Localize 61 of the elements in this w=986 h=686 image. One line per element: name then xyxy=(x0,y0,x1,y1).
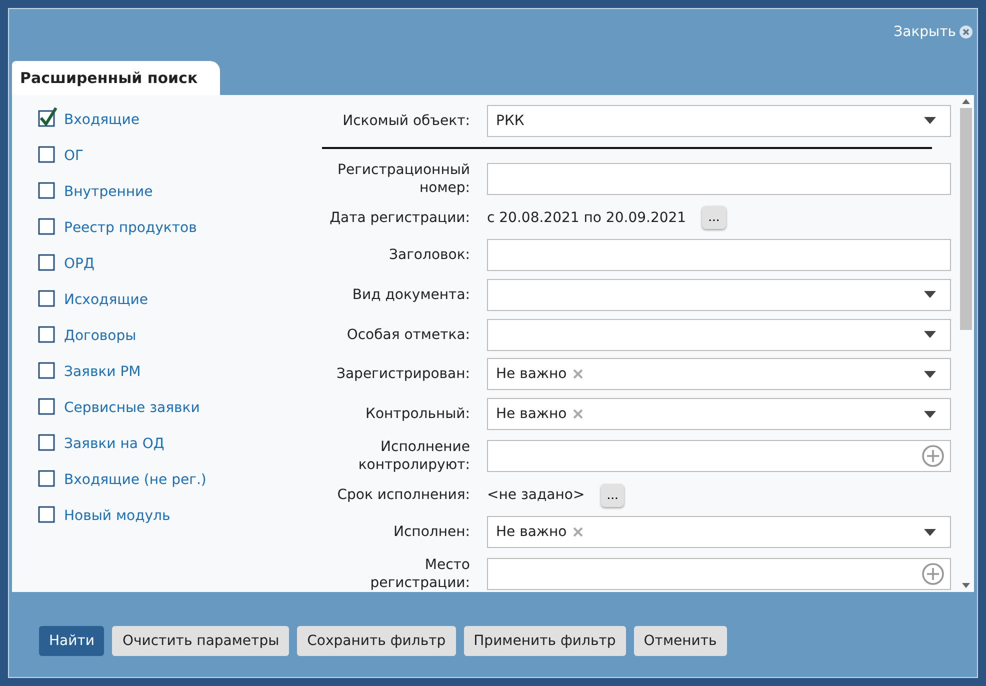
caret-icon xyxy=(924,331,936,338)
scroll-down-icon[interactable] xyxy=(962,583,970,588)
select-value: Не важно xyxy=(496,366,567,382)
module-label[interactable]: ОРД xyxy=(64,256,94,272)
module-label[interactable]: Заявки на ОД xyxy=(64,436,164,452)
module-label[interactable]: Заявки РМ xyxy=(64,364,141,380)
select-value: РКК xyxy=(496,112,524,129)
plus-icon[interactable] xyxy=(922,563,944,586)
module-label[interactable]: Новый модуль xyxy=(64,508,170,524)
plus-icon[interactable] xyxy=(922,445,944,468)
select-field[interactable] xyxy=(487,318,951,351)
field-label: Исполнен: xyxy=(392,523,470,542)
range-value: с 20.08.2021 по 20.09.2021 xyxy=(487,210,686,226)
choose-button[interactable]: ... xyxy=(702,206,726,230)
select-field[interactable]: Не важно xyxy=(487,516,951,548)
input-field[interactable] xyxy=(487,162,951,195)
module-label[interactable]: Договоры xyxy=(64,328,136,344)
module-label[interactable]: ОГ xyxy=(64,148,84,164)
field-label: Регистрационный номер: xyxy=(336,160,470,197)
range-value: <не задано> xyxy=(487,487,585,504)
field-label: Исполнение контролируют: xyxy=(357,438,470,474)
select-field[interactable]: Не важно xyxy=(487,398,951,430)
field-label: Зарегистрирован: xyxy=(336,365,470,384)
caret-icon xyxy=(924,117,936,124)
field-label: Особая отметка: xyxy=(346,326,470,344)
lookup-field[interactable] xyxy=(487,440,951,472)
caret-icon xyxy=(924,370,936,378)
caret-icon xyxy=(924,528,936,536)
action-button[interactable]: Отменить xyxy=(634,626,727,656)
object-select[interactable]: РКК xyxy=(487,104,951,137)
select-value: Не важно xyxy=(496,524,567,540)
module-label[interactable]: Сервисные заявки xyxy=(64,400,200,416)
scroll-up-icon[interactable] xyxy=(962,99,970,104)
module-label[interactable]: Входящие xyxy=(64,112,140,128)
lookup-field[interactable] xyxy=(487,558,951,590)
action-button[interactable]: Найти xyxy=(39,626,104,656)
select-field[interactable] xyxy=(487,278,951,311)
choose-button[interactable]: ... xyxy=(600,484,624,507)
close-button[interactable]: Закрыть xyxy=(894,24,973,40)
checkbox[interactable] xyxy=(38,106,58,128)
field-label: Срок исполнения: xyxy=(336,486,470,504)
field-label: Контрольный: xyxy=(364,405,470,424)
select-field[interactable]: Не важно xyxy=(487,358,951,390)
field-label: Вид документа: xyxy=(351,286,470,304)
field-label: Заголовок: xyxy=(388,246,470,264)
select-value: Не важно xyxy=(496,406,567,422)
action-button[interactable]: Очистить параметры xyxy=(112,626,290,656)
field-label: Искомый объект: xyxy=(342,112,470,130)
input-field[interactable] xyxy=(487,238,951,271)
module-label[interactable]: Внутренние xyxy=(64,184,153,200)
close-icon xyxy=(959,25,973,39)
module-label[interactable]: Входящие (не рег.) xyxy=(64,472,206,488)
caret-icon xyxy=(924,291,936,298)
field-label: Дата регистрации: xyxy=(328,208,470,227)
tab[interactable]: Расширенный поиск xyxy=(12,61,220,95)
module-label[interactable]: Реестр продуктов xyxy=(64,220,197,236)
field-label: Место регистрации: xyxy=(369,556,470,592)
module-label[interactable]: Исходящие xyxy=(64,292,148,308)
action-button[interactable]: Применить фильтр xyxy=(464,626,626,656)
action-button[interactable]: Сохранить фильтр xyxy=(297,626,456,656)
caret-icon xyxy=(924,410,936,418)
